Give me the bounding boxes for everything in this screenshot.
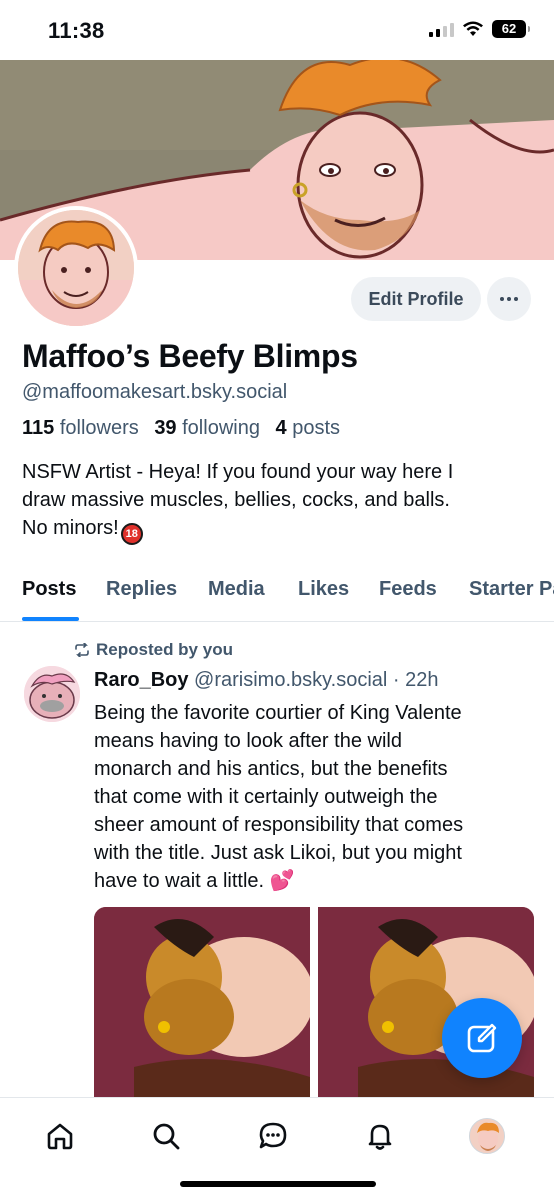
followers-count: 115 <box>22 417 55 439</box>
repost-indicator[interactable]: Reposted by you <box>74 640 233 660</box>
repost-label: Reposted by you <box>96 640 233 659</box>
tab-media[interactable]: Media <box>208 578 265 601</box>
post-author-name[interactable]: Raro_Boy <box>94 669 188 691</box>
post-line: monarch and his antics, but the benefits <box>94 758 448 780</box>
post-image[interactable] <box>94 907 310 1097</box>
post-line: have to wait a little. 💕 <box>94 867 534 895</box>
ellipsis-icon <box>500 297 504 301</box>
following-label: following <box>182 417 260 439</box>
display-name: Maffoo’s Beefy Blimps <box>22 338 358 374</box>
cellular-signal-icon <box>429 21 454 37</box>
more-options-button[interactable] <box>487 277 531 321</box>
status-icons: 62 <box>429 20 530 38</box>
nav-home[interactable] <box>40 1116 80 1156</box>
bio-line: NSFW Artist - Heya! If you found your wa… <box>22 461 454 483</box>
profile-stats: 115 followers 39 following 4 posts <box>22 417 340 440</box>
battery-indicator: 62 <box>492 20 530 38</box>
post-author-meta[interactable]: @rarisimo.bsky.social · 22h <box>194 669 438 691</box>
home-icon <box>47 1123 73 1150</box>
status-bar: 11:38 62 <box>0 0 554 60</box>
bio-line: draw massive muscles, bellies, cocks, an… <box>22 489 450 511</box>
post-line: that come with it certainly outweigh the <box>94 786 438 808</box>
post-header: Raro_Boy @rarisimo.bsky.social · 22h <box>94 669 439 692</box>
chat-icon <box>259 1122 287 1149</box>
tab-feeds[interactable]: Feeds <box>379 578 437 601</box>
profile-handle: @maffoomakesart.bsky.social <box>22 381 288 403</box>
wifi-icon <box>463 21 483 36</box>
tab-starter-packs[interactable]: Starter Packs <box>469 578 554 601</box>
home-indicator <box>180 1181 376 1187</box>
avatar-image <box>18 210 134 326</box>
post-line: Being the favorite courtier of King Vale… <box>94 702 462 724</box>
profile-avatar[interactable] <box>14 206 138 330</box>
bell-icon <box>368 1124 392 1150</box>
following-link[interactable]: 39 following <box>154 417 260 439</box>
nav-search[interactable] <box>146 1116 186 1156</box>
profile-avatar-icon <box>469 1118 505 1154</box>
posts-count: 4 <box>275 417 287 439</box>
no-under-18-icon: 18 <box>120 523 143 545</box>
compose-post-button[interactable] <box>442 998 522 1078</box>
post-line: means having to look after the wild <box>94 730 402 752</box>
followers-link[interactable]: 115 followers <box>22 417 139 439</box>
post-body: Being the favorite courtier of King Vale… <box>94 699 534 895</box>
repost-icon <box>75 643 89 657</box>
posts-label: posts <box>292 417 341 439</box>
search-icon <box>153 1123 180 1150</box>
tab-posts[interactable]: Posts <box>22 578 76 601</box>
followers-label: followers <box>59 417 139 439</box>
profile-tabs: Posts Replies Media Likes Feeds Starter … <box>0 570 554 622</box>
tab-replies[interactable]: Replies <box>106 578 177 601</box>
profile-bio: NSFW Artist - Heya! If you found your wa… <box>22 458 532 545</box>
active-tab-indicator <box>22 617 79 621</box>
nav-notifications[interactable] <box>360 1116 400 1156</box>
post-line: sheer amount of responsibility that come… <box>94 814 464 836</box>
bio-line: No minors! 18 <box>22 514 532 545</box>
compose-icon <box>467 1023 497 1053</box>
nav-chat[interactable] <box>253 1116 293 1156</box>
post-line: with the title. Just ask Likoi, but you … <box>94 842 462 864</box>
status-time: 11:38 <box>48 18 105 43</box>
posts-stat: 4 posts <box>276 417 341 439</box>
edit-profile-button[interactable]: Edit Profile <box>351 277 481 321</box>
following-count: 39 <box>154 417 177 439</box>
two-hearts-emoji: 💕 <box>269 870 295 892</box>
nav-profile[interactable] <box>467 1116 507 1156</box>
tab-likes[interactable]: Likes <box>298 578 349 601</box>
post-author-avatar[interactable] <box>24 666 80 722</box>
